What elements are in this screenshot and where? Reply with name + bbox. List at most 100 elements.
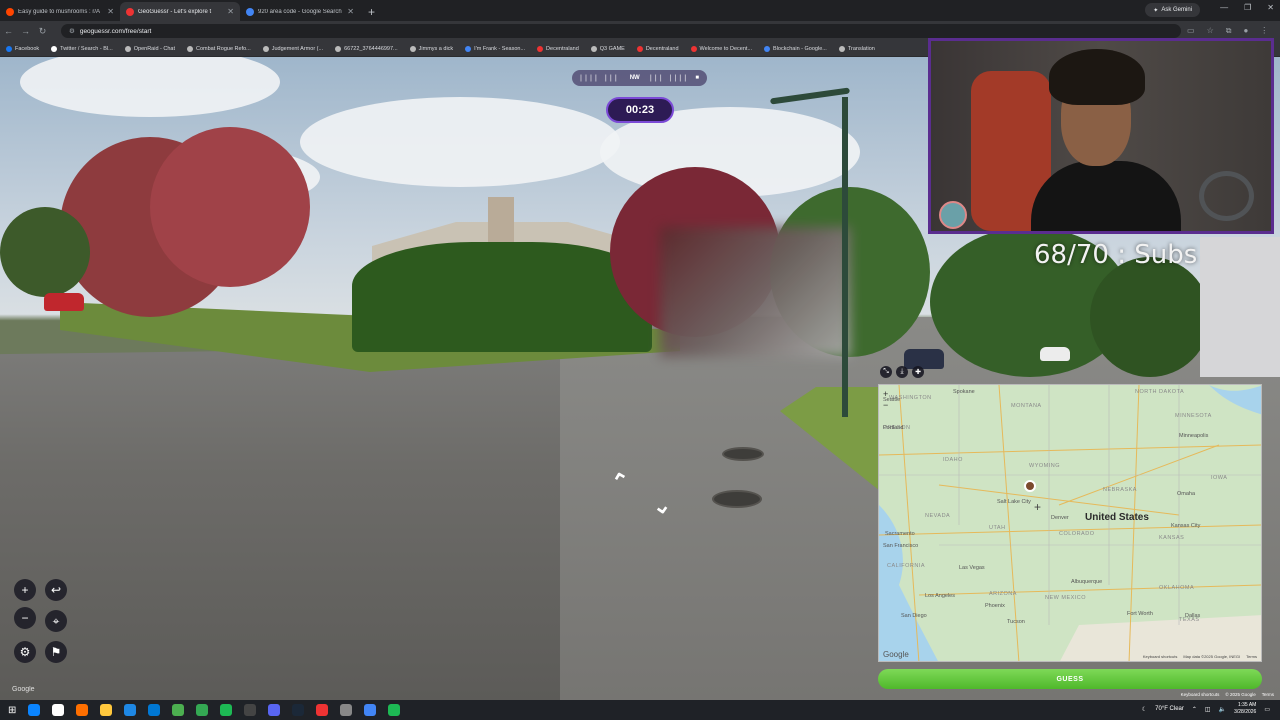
taskbar-app-icon[interactable] [316,704,329,716]
bookmark-item[interactable]: I'm Frank - Season... [465,45,525,52]
taskbar-app-icon[interactable] [196,704,209,716]
bookmark-item[interactable]: Combat Rogue Refo... [187,45,251,52]
map-footer-shortcuts[interactable]: Keyboard shortcuts [1143,654,1177,659]
map-state-label: MINNESOTA [1175,413,1212,419]
tree [1090,257,1210,377]
bookmark-label: Jimmys a dick [418,45,454,52]
taskbar-app-icon[interactable] [364,704,377,716]
star-icon[interactable]: ☆ [1207,26,1214,36]
undo-move-button[interactable]: ↩ [45,579,67,601]
taskbar-app-icon[interactable] [220,704,233,716]
taskbar-app-icon[interactable] [244,704,257,716]
taskbar-app-icon[interactable] [172,704,185,716]
address-bar[interactable]: ⚙ geoguessr.com/free/start [61,24,1181,38]
map-city-label: Spokane [953,389,975,395]
taskbar-app-icon[interactable] [340,704,353,716]
flag-icon: ⚑ [50,645,62,659]
close-icon[interactable]: ✕ [227,7,234,16]
taskbar-app-icon[interactable] [28,704,41,716]
footer-shortcuts[interactable]: Keyboard shortcuts [1181,692,1220,697]
bookmark-favicon-icon [335,45,342,52]
guess-map[interactable]: + − WASHINGTON MONTANA NORTH DAKOTA MINNESO… [878,384,1262,662]
subscriber-goal: 68/70 : Subs [1034,240,1198,270]
tab-google-search[interactable]: 920 area code - Google Search ✕ [240,2,360,21]
zoom-out-button[interactable]: − [14,607,36,629]
bookmark-favicon-icon [838,45,845,52]
minimize-icon[interactable]: — [1220,3,1228,12]
shrink-map-icon[interactable]: ⤓ [896,366,908,378]
map-footer-data: Map data ©2025 Google, INEGI [1183,654,1241,659]
bookmark-item[interactable]: Decentraland [636,45,679,52]
tab-reddit[interactable]: Easy guide to mushrooms : r/A ✕ [0,2,120,21]
map-state-label: IDAHO [943,457,963,463]
map-city-label: San Francisco [883,543,919,549]
back-icon[interactable]: ← [0,26,17,36]
clock[interactable]: 1:35 AM 3/28/2026 [1234,702,1256,716]
bookmark-item[interactable]: Blockchain - Google... [764,45,827,52]
bookmark-item[interactable]: Jimmys a dick [409,45,454,52]
bookmark-item[interactable]: Twitter / Search - Bl... [51,45,113,52]
bookmark-favicon-icon [690,45,697,52]
country-label: United States [1085,512,1149,523]
windows-start-icon[interactable]: ⊞ [8,705,16,716]
expand-map-icon[interactable]: ⤡ [880,366,892,378]
bookmark-item[interactable]: Decentraland [537,45,579,52]
bookmark-item[interactable]: 66722_3764446997... [335,45,398,52]
manhole [712,490,762,508]
taskbar-app-icon[interactable] [52,704,65,716]
map-footer: Keyboard shortcuts Map data ©2025 Google… [1143,654,1257,659]
taskbar-app-icon[interactable] [100,704,113,716]
map-city-label: Denver [1051,515,1069,521]
taskbar-app-icon[interactable] [124,704,137,716]
location-pin-icon: ⌖ [52,613,60,628]
map-city-label: Los Angeles [925,593,955,599]
map-city-label: Salt Lake City [997,499,1031,505]
taskbar-app-icon[interactable] [268,704,281,716]
bookmark-item[interactable]: Q3 GAME [590,45,625,52]
taskbar-app-icon[interactable] [76,704,89,716]
bookmark-item[interactable]: Translation [838,45,875,52]
map-city-label: Dallas [1185,613,1201,619]
zoom-in-button[interactable]: + [14,579,36,601]
bookmark-item[interactable]: OpenRaid - Chat [124,45,176,52]
restore-icon[interactable]: ❐ [1244,3,1251,12]
webcam-overlay [928,38,1274,234]
close-icon[interactable]: ✕ [107,7,114,16]
bookmark-item[interactable]: Welcome to Decent... [690,45,752,52]
extensions-icon[interactable]: ⧉ [1226,26,1232,36]
pin-map-icon[interactable]: ✚ [912,366,924,378]
profile-icon[interactable]: ● [1243,26,1248,36]
cast-icon[interactable]: ▭ [1187,26,1195,36]
tree [150,127,310,287]
ask-gemini-button[interactable]: ✦ Ask Gemini [1145,3,1200,17]
tray-arrow-icon[interactable]: ⌃ [1192,706,1197,713]
weather-text[interactable]: 70°F Clear [1155,706,1184,712]
settings-button[interactable]: ⚙ [14,641,36,663]
cloud [300,97,620,187]
new-tab-button[interactable]: + [360,5,383,21]
volume-icon[interactable]: 🔈 [1219,706,1226,713]
map-city-label: Omaha [1177,491,1196,497]
forward-icon[interactable]: → [17,26,34,36]
menu-icon[interactable]: ⋮ [1260,26,1268,36]
reload-icon[interactable]: ↻ [34,26,51,37]
bookmark-label: OpenRaid - Chat [133,45,176,52]
taskbar-app-icon[interactable] [292,704,305,716]
bookmark-item[interactable]: Facebook [6,45,39,52]
site-info-icon[interactable]: ⚙ [69,27,75,35]
footer-terms[interactable]: Terms [1262,692,1274,697]
close-icon[interactable]: ✕ [347,7,354,16]
taskbar-app-icon[interactable] [148,704,161,716]
guess-button[interactable]: GUESS [878,669,1262,689]
bookmark-item[interactable]: Judgement Armor (... [262,45,324,52]
network-icon[interactable]: ◫ [1205,706,1211,713]
notification-icon[interactable]: ▭ [1264,706,1270,713]
round-timer: 00:23 [606,97,674,123]
close-window-icon[interactable]: ✕ [1267,3,1274,12]
tab-geoguessr[interactable]: GeoGuessr - Let's explore t ✕ [120,2,240,21]
bookmark-label: Judgement Armor (... [271,45,324,52]
map-footer-terms[interactable]: Terms [1246,654,1257,659]
return-to-start-button[interactable]: ⌖ [45,610,67,632]
taskbar-app-icon[interactable] [388,704,401,716]
flag-button[interactable]: ⚑ [45,641,67,663]
